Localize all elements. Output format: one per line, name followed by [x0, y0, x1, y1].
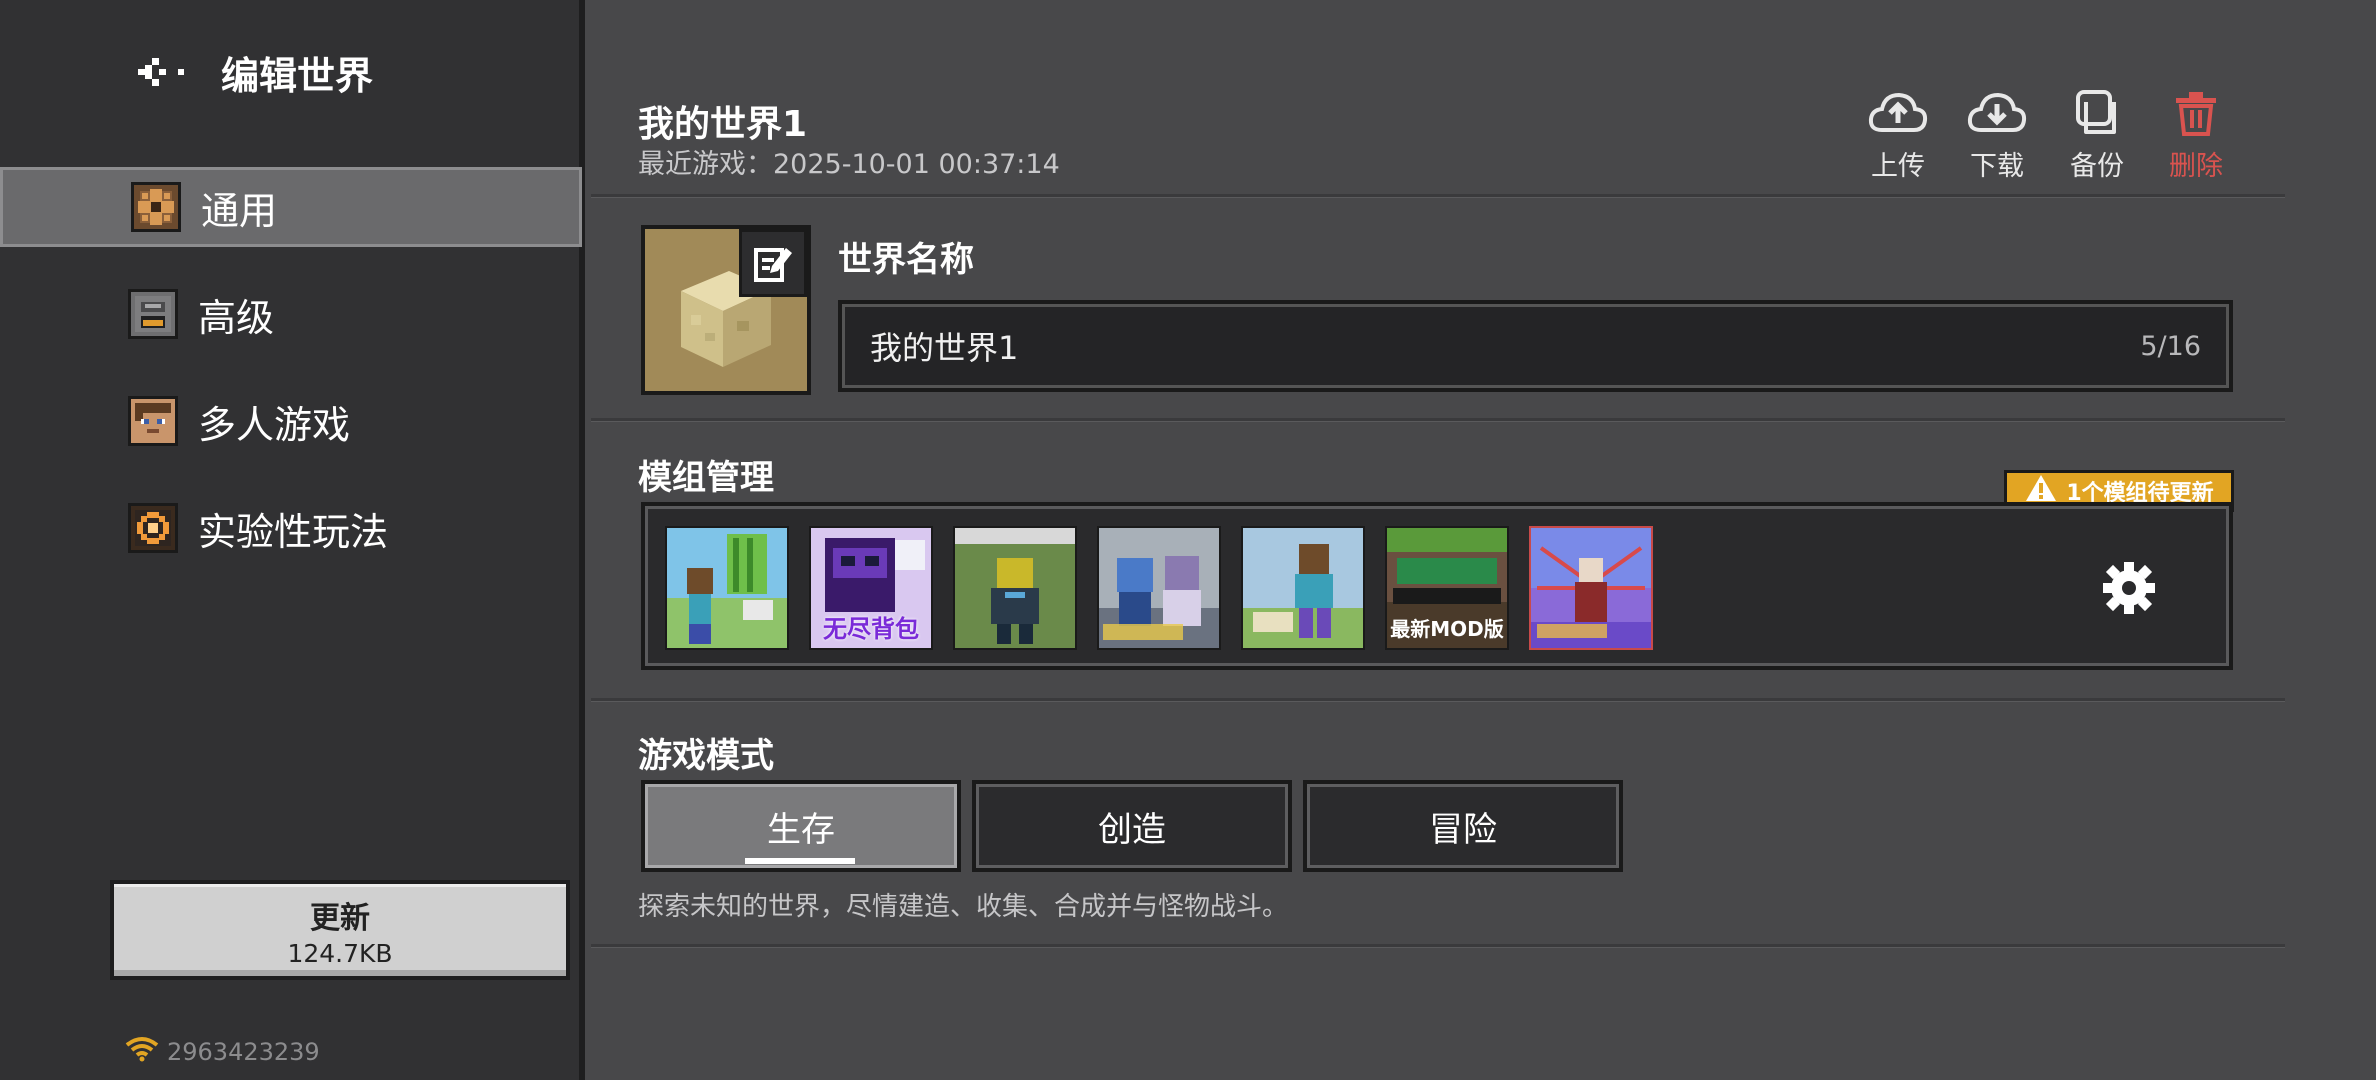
copy-icon [2072, 90, 2122, 140]
mod-caption: 最新MOD版 [1390, 617, 1504, 641]
sidebar-header: 编辑世界 [135, 42, 373, 102]
divider [591, 194, 2285, 198]
backup-label: 备份 [2070, 151, 2124, 182]
main-content: 我的世界1 最近游戏：2025-10-01 00:37:14 上传 下载 备份 [591, 0, 2285, 1080]
update-size: 124.7KB [287, 938, 393, 968]
sidebar-item-multiplayer[interactable]: 多人游戏 [0, 381, 582, 461]
sidebar-item-label: 通用 [201, 188, 278, 233]
mode-survival-button[interactable]: 生存 [641, 780, 961, 872]
upload-button[interactable]: 上传 [1858, 90, 1938, 183]
mod-thumbnail[interactable] [1529, 526, 1653, 650]
mod-thumbnail[interactable] [1097, 526, 1221, 650]
mods-panel: 无尽背包 最新MOD版 [641, 502, 2233, 670]
divider [591, 944, 2285, 948]
mod-thumbnail[interactable]: 最新MOD版 [1385, 526, 1509, 650]
world-icon[interactable] [641, 225, 811, 395]
update-button[interactable]: 更新 124.7KB [110, 880, 570, 980]
download-button[interactable]: 下载 [1957, 90, 2037, 183]
account-id: 2963423239 [167, 1038, 320, 1066]
sidebar-item-advanced[interactable]: 高级 [0, 274, 582, 354]
backup-button[interactable]: 备份 [2057, 90, 2137, 183]
sidebar-item-label: 实验性玩法 [198, 509, 389, 554]
account-status: 2963423239 [125, 1036, 320, 1068]
furnace-icon [128, 289, 178, 339]
wifi-icon [125, 1036, 159, 1068]
sidebar-item-label: 高级 [198, 295, 275, 340]
mod-thumbnail[interactable] [953, 526, 1077, 650]
sidebar-item-label: 多人游戏 [198, 402, 351, 447]
mod-settings-gear-icon[interactable] [2099, 558, 2159, 618]
sidebar-title: 编辑世界 [221, 53, 374, 98]
char-counter: 5/16 [2140, 330, 2201, 362]
download-label: 下载 [1970, 151, 2024, 182]
cloud-download-icon [1967, 90, 2027, 140]
trash-icon [2172, 90, 2220, 140]
player-face-icon [128, 396, 178, 446]
sidebar: 编辑世界 通用 高级 多人游戏 实验性玩法 更新 124.7KB 2963423… [0, 0, 585, 1080]
gear-block-icon [131, 182, 181, 232]
mode-creative-button[interactable]: 创造 [972, 780, 1292, 872]
world-name-value: 我的世界1 [870, 329, 1019, 367]
world-name-input[interactable]: 我的世界1 5/16 [838, 300, 2233, 392]
edit-image-icon[interactable] [739, 229, 807, 297]
sidebar-item-experimental[interactable]: 实验性玩法 [0, 488, 582, 568]
divider [591, 418, 2285, 422]
divider [591, 698, 2285, 702]
game-mode-description: 探索未知的世界，尽情建造、收集、合成并与怪物战斗。 [638, 892, 1289, 922]
world-title: 我的世界1 [638, 104, 808, 145]
update-label: 更新 [310, 900, 370, 936]
experimental-icon [128, 503, 178, 553]
sidebar-item-general[interactable]: 通用 [0, 167, 582, 247]
mod-caption: 无尽背包 [823, 615, 919, 643]
mods-label: 模组管理 [638, 458, 774, 498]
game-mode-label: 游戏模式 [638, 736, 774, 776]
delete-label: 删除 [2169, 151, 2223, 182]
mode-adventure-button[interactable]: 冒险 [1303, 780, 1623, 872]
upload-label: 上传 [1871, 151, 1925, 182]
world-name-label: 世界名称 [838, 240, 974, 280]
back-arrow-icon[interactable] [135, 47, 191, 97]
mod-thumbnail[interactable]: 无尽背包 [809, 526, 933, 650]
last-played: 最近游戏：2025-10-01 00:37:14 [638, 149, 1060, 180]
delete-button[interactable]: 删除 [2156, 90, 2236, 183]
mod-thumbnail[interactable] [1241, 526, 1365, 650]
cloud-upload-icon [1868, 90, 1928, 140]
mod-thumbnail[interactable] [665, 526, 789, 650]
